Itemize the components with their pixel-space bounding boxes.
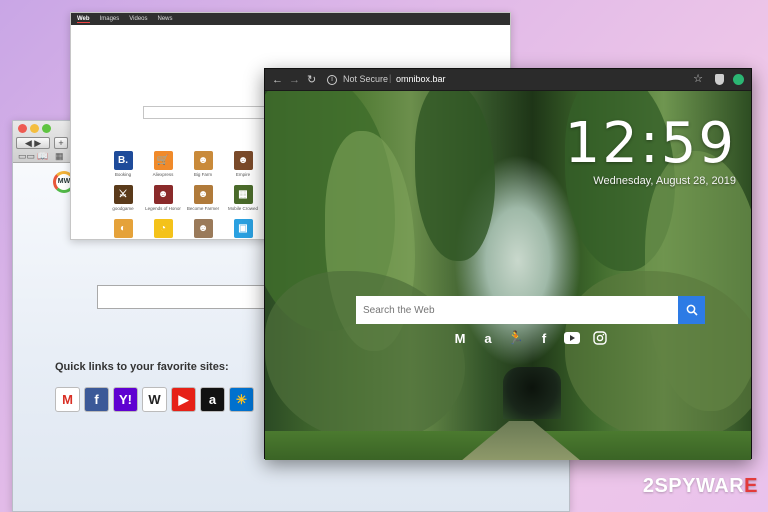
app-tile[interactable]: ☻ Become Farmer <box>183 185 223 211</box>
wikipedia-icon[interactable]: W <box>142 387 167 412</box>
tab-web[interactable]: Web <box>77 16 90 23</box>
app-tile[interactable]: ☻ Big Farm <box>183 151 223 177</box>
zoom-window-button[interactable] <box>42 124 51 133</box>
gmail-icon[interactable]: M <box>451 329 469 347</box>
app-label: Mobile Crowed <box>227 206 258 211</box>
watermark-logo: 2SPYWARE <box>642 475 758 497</box>
app-tile[interactable]: ▣ <box>223 219 263 240</box>
app-tile[interactable]: ☻ <box>183 219 223 240</box>
app-icon: ☻ <box>153 185 173 204</box>
youtube-icon[interactable] <box>563 329 581 347</box>
front-quick-links: M a 🏃 f <box>451 329 609 347</box>
tab-videos[interactable]: Videos <box>129 16 147 22</box>
search-input[interactable] <box>356 296 678 324</box>
omnibox-browser-window: ← → ↻ i Not Secure | omnibox.bar ☆ 12:59… <box>264 68 752 460</box>
address-url[interactable]: omnibox.bar <box>396 74 446 84</box>
app-tile[interactable]: ◐ <box>103 219 143 240</box>
new-tab-button[interactable]: + <box>54 137 68 149</box>
walmart-icon[interactable]: ✳ <box>229 387 254 412</box>
close-window-button[interactable] <box>18 124 27 133</box>
app-label: Aliexpress <box>152 172 174 177</box>
amazon-icon[interactable]: a <box>479 329 497 347</box>
minimize-window-button[interactable] <box>30 124 39 133</box>
bookmarks-icon[interactable]: 📖 <box>37 151 48 162</box>
app-icon: ▦ <box>233 185 253 204</box>
grid-icon[interactable]: ▦ <box>55 151 64 162</box>
app-label: goodgame <box>112 206 134 211</box>
app-icon: ◔ <box>153 219 173 238</box>
search-icon <box>686 304 698 316</box>
app-label: Become Farmer <box>186 206 220 211</box>
tab-news[interactable]: News <box>158 16 173 22</box>
shield-icon[interactable] <box>715 74 724 85</box>
app-icon: B. <box>113 151 133 170</box>
app-icon: ☻ <box>193 219 213 238</box>
yahoo-icon[interactable]: Y! <box>113 387 138 412</box>
tunnel <box>503 367 561 419</box>
app-label: Big Farm <box>193 172 213 177</box>
app-tile[interactable]: ☻ Legends of Honor <box>143 185 183 211</box>
reader-icon[interactable]: ▭▭ <box>18 151 35 162</box>
app-icon: ⚔ <box>113 185 133 204</box>
search-tabs-bar: Web Images Videos News <box>71 13 510 25</box>
app-tile[interactable]: ☻ Empire <box>223 151 263 177</box>
app-tile[interactable]: ▦ Mobile Crowed <box>223 185 263 211</box>
app-icon: ☻ <box>193 151 213 170</box>
browser-toolbar: ← → ↻ i Not Secure | omnibox.bar ☆ <box>265 69 751 91</box>
info-icon[interactable]: i <box>327 75 337 85</box>
app-icon: ☻ <box>193 185 213 204</box>
back-arrow-icon[interactable]: ← <box>272 72 283 88</box>
back-forward-buttons[interactable]: ◀ ▶ <box>16 137 50 149</box>
app-icon: ☻ <box>233 151 253 170</box>
instagram-icon[interactable] <box>591 329 609 347</box>
app-tile[interactable]: ◔ <box>143 219 183 240</box>
quick-links-label: Quick links to your favorite sites: <box>55 361 229 373</box>
date: Wednesday, August 28, 2019 <box>593 175 736 187</box>
fitness-icon[interactable]: 🏃 <box>507 329 525 347</box>
search-button[interactable] <box>678 296 705 324</box>
forward-arrow-icon[interactable]: → <box>289 72 300 88</box>
not-secure-label[interactable]: Not Secure <box>343 74 388 84</box>
amazon-icon[interactable]: a <box>200 387 225 412</box>
app-label: Booking <box>114 172 132 177</box>
bookmark-star-icon[interactable]: ☆ <box>693 72 703 85</box>
forest-background-image: 12:59 Wednesday, August 28, 2019 M a 🏃 f <box>265 91 751 460</box>
app-tile[interactable]: B. Booking <box>103 151 143 177</box>
address-separator: | <box>389 73 392 83</box>
reload-icon[interactable]: ↻ <box>307 72 316 88</box>
app-tile[interactable]: 🛒 Aliexpress <box>143 151 183 177</box>
extension-icon[interactable] <box>733 74 744 85</box>
app-label: Legends of Honor <box>145 206 181 211</box>
app-tile[interactable]: ⚔ goodgame <box>103 185 143 211</box>
youtube-icon[interactable]: ▶ <box>171 387 196 412</box>
tab-images[interactable]: Images <box>100 16 120 22</box>
mac-quick-links: Mf Y! W ▶ a ✳ <box>55 387 254 412</box>
top-search-input[interactable] <box>143 106 265 119</box>
clock: 12:59 <box>564 111 736 176</box>
gmail-icon[interactable]: M <box>55 387 80 412</box>
app-icon: ▣ <box>233 219 253 238</box>
app-grid: B. Booking 🛒 Aliexpress ☻ Big Farm ☻ Empire ⚔ goo… <box>103 151 263 240</box>
app-icon: 🛒 <box>153 151 173 170</box>
facebook-icon[interactable]: f <box>535 329 553 347</box>
app-icon: ◐ <box>113 219 133 238</box>
facebook-icon[interactable]: f <box>84 387 109 412</box>
app-label: Empire <box>235 172 251 177</box>
